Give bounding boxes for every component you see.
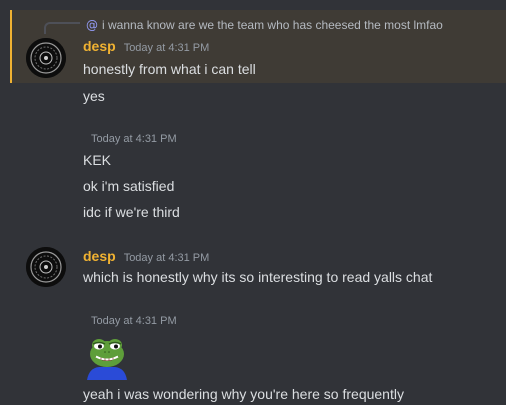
avatar[interactable] [26,247,66,287]
message-text: yes [83,88,105,104]
message-text: which is honestly why its so interesting… [83,269,433,285]
reply-connector [44,22,80,34]
avatar-emblem-icon [26,247,66,287]
message-text: honestly from what i can tell [83,61,256,77]
pepe-frog-emoji[interactable] [83,334,131,382]
avatar-emblem-icon [26,38,66,78]
pepe-frog-icon [87,339,127,380]
message-header: desp Today at 4:31 PM [83,38,209,56]
timestamp[interactable]: Today at 4:31 PM [91,315,177,327]
message-header: desp Today at 4:31 PM [83,248,209,266]
message-text: yeah i was wondering why you're here so … [83,386,404,402]
timestamp[interactable]: Today at 4:31 PM [124,42,210,54]
message-text: KEK [83,152,112,168]
timestamp[interactable]: Today at 4:31 PM [91,133,177,145]
chat-messages: @ i wanna know are we the team who has c… [0,0,506,405]
username[interactable]: desp [83,38,116,54]
reply-mention: @ [86,18,98,32]
avatar[interactable] [26,38,66,78]
reply-preview[interactable]: @ i wanna know are we the team who has c… [86,16,443,34]
timestamp[interactable]: Today at 4:31 PM [124,252,210,264]
message-text: idc if we're third [83,204,180,220]
username[interactable]: desp [83,248,116,264]
reply-text[interactable]: i wanna know are we the team who has che… [102,18,443,32]
message-text: ok i'm satisfied [83,178,175,194]
